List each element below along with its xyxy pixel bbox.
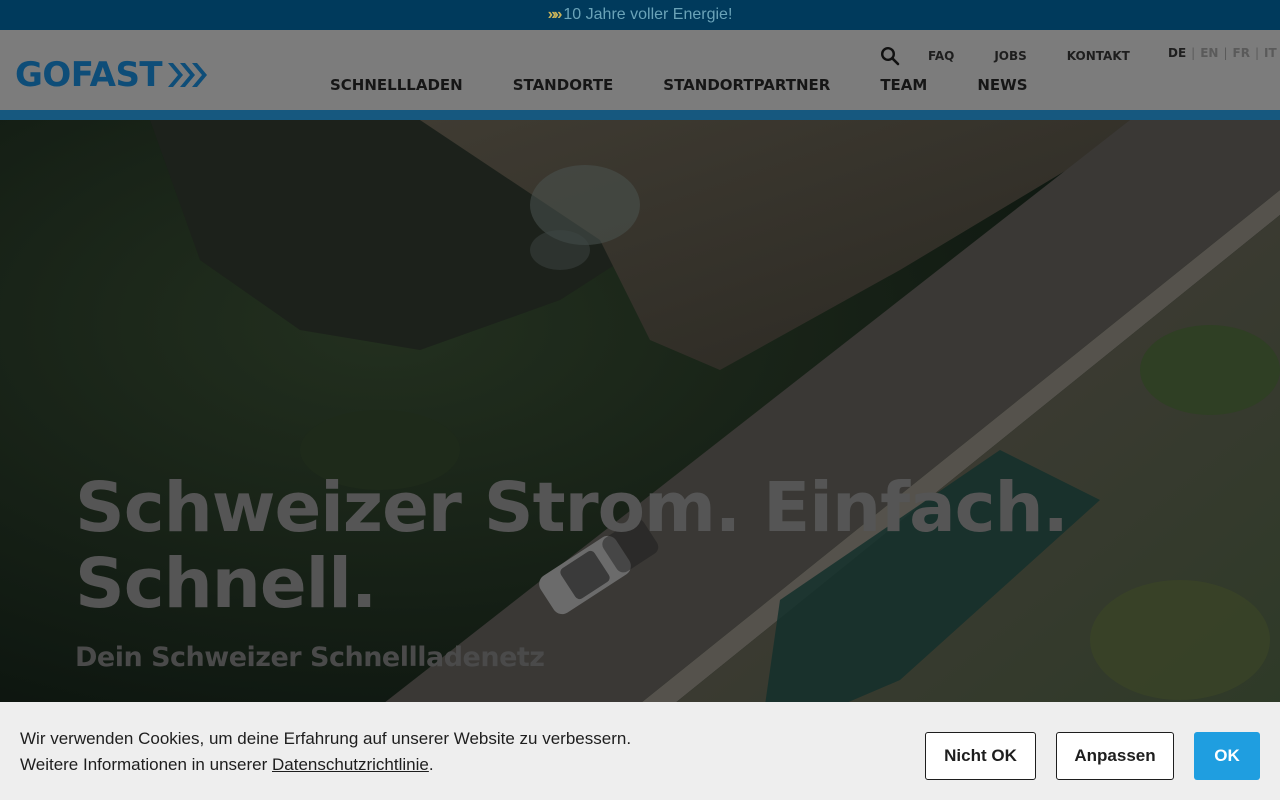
lang-en[interactable]: EN	[1200, 46, 1218, 60]
nav-jobs[interactable]: JOBS	[994, 49, 1026, 63]
announcement-bar[interactable]: »» 10 Jahre voller Energie!	[0, 0, 1280, 30]
hero-title: Schweizer Strom. Einfach. Schnell.	[75, 470, 1255, 622]
lang-it[interactable]: IT	[1264, 46, 1277, 60]
nav-schnellladen[interactable]: SCHNELLLADEN	[330, 76, 463, 94]
nav-news[interactable]: NEWS	[977, 76, 1027, 94]
nav-standortpartner[interactable]: STANDORTPARTNER	[663, 76, 830, 94]
privacy-policy-link[interactable]: Datenschutzrichtlinie	[272, 755, 429, 774]
gofast-logo[interactable]: GOFAST	[15, 58, 210, 92]
logo-wordmark: GOFAST	[15, 55, 163, 95]
site-header: GOFAST FAQ JOBS KONTAKT DE | EN | FR | I…	[0, 30, 1280, 110]
cookie-line1: Wir verwenden Cookies, um deine Erfahrun…	[20, 729, 632, 748]
cookie-accept-button[interactable]: OK	[1194, 732, 1260, 780]
double-chevron-icon: »»	[547, 6, 563, 23]
lang-separator: |	[1254, 46, 1259, 60]
logo-arrows-icon	[168, 63, 208, 87]
main-nav: SCHNELLLADEN STANDORTE STANDORTPARTNER T…	[330, 76, 1028, 94]
cookie-banner: Wir verwenden Cookies, um deine Erfahrun…	[0, 702, 1280, 800]
hero-aerial-photo	[0, 120, 1280, 800]
hero-subtitle: Dein Schweizer Schnellladenetz	[75, 642, 545, 673]
nav-faq[interactable]: FAQ	[928, 49, 954, 63]
lang-separator: |	[1223, 46, 1228, 60]
nav-standorte[interactable]: STANDORTE	[513, 76, 614, 94]
hero-title-line1: Schweizer Strom. Einfach.	[75, 468, 1069, 548]
utility-nav: FAQ JOBS KONTAKT	[880, 46, 1166, 66]
hero-section: Schweizer Strom. Einfach. Schnell. Dein …	[0, 120, 1280, 800]
language-switcher: DE | EN | FR | IT	[1168, 46, 1277, 60]
nav-team[interactable]: TEAM	[880, 76, 927, 94]
cookie-customize-button[interactable]: Anpassen	[1056, 732, 1174, 780]
cookie-line2-suffix: .	[428, 755, 434, 774]
lang-separator: |	[1191, 46, 1196, 60]
lang-de[interactable]: DE	[1168, 46, 1186, 60]
search-icon[interactable]	[880, 46, 900, 66]
cookie-reject-button[interactable]: Nicht OK	[925, 732, 1036, 780]
cookie-line2-prefix: Weitere Informationen in unserer	[20, 755, 268, 774]
header-accent-stripe	[0, 110, 1280, 120]
announcement-text: 10 Jahre voller Energie!	[563, 6, 733, 23]
nav-kontakt[interactable]: KONTAKT	[1067, 49, 1130, 63]
lang-fr[interactable]: FR	[1233, 46, 1250, 60]
cookie-message: Wir verwenden Cookies, um deine Erfahrun…	[20, 726, 631, 778]
hero-title-line2: Schnell.	[75, 544, 377, 624]
cookie-line2: Weitere Informationen in unserer Datensc…	[20, 752, 631, 778]
